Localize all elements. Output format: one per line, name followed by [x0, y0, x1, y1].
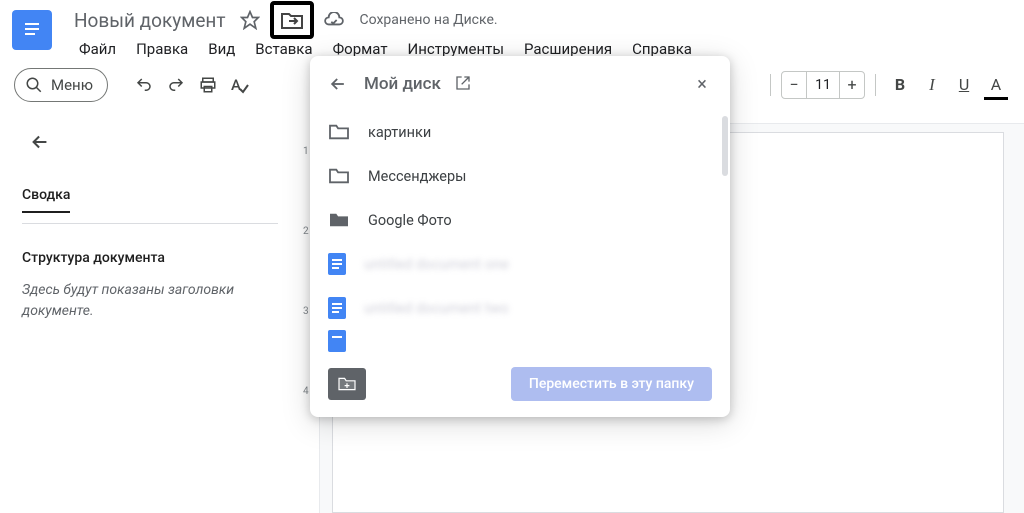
cloud-saved-icon[interactable] — [322, 8, 346, 32]
open-in-new-icon[interactable] — [455, 75, 473, 93]
outline-placeholder-text: Здесь будут показаны заголовки документе… — [22, 280, 278, 322]
redo-button[interactable] — [162, 71, 190, 99]
dialog-item-label: Мессенджеры — [368, 168, 466, 185]
app-header: Новый документ Сохранено на Диске. Файл … — [0, 0, 1024, 64]
ruler-tick: 2 — [303, 226, 309, 237]
bold-button[interactable]: B — [886, 71, 914, 99]
dialog-folder-item[interactable]: картинки — [310, 110, 726, 154]
new-folder-button[interactable] — [328, 368, 366, 400]
outline-panel: Сводка Структура документа Здесь будут п… — [0, 106, 300, 513]
outline-structure-heading: Структура документа — [22, 250, 278, 266]
outline-divider — [22, 223, 278, 224]
folder-icon — [328, 211, 350, 229]
new-folder-icon — [337, 376, 357, 392]
dialog-item-label: Google Фото — [368, 212, 452, 229]
outline-summary-tab[interactable]: Сводка — [22, 187, 70, 213]
document-title[interactable]: Новый документ — [70, 9, 230, 32]
doc-icon — [328, 330, 346, 352]
dialog-folder-list[interactable]: картинки Мессенджеры Google Фото untitle… — [310, 110, 730, 352]
dialog-scrollbar[interactable] — [722, 116, 728, 296]
text-color-button[interactable]: A — [982, 71, 1010, 99]
ruler-tick: 3 — [303, 306, 309, 317]
dialog-item-label: untitled document two — [364, 300, 509, 317]
spellcheck-button[interactable]: A — [226, 71, 254, 99]
star-icon[interactable] — [238, 8, 262, 32]
doc-icon — [328, 253, 346, 275]
dialog-doc-item[interactable]: untitled document one — [310, 242, 726, 286]
title-row: Новый документ Сохранено на Диске. — [70, 6, 701, 34]
italic-button[interactable]: I — [918, 71, 946, 99]
undo-button[interactable] — [130, 71, 158, 99]
menu-file[interactable]: Файл — [70, 36, 125, 62]
dialog-item-label: untitled document one — [364, 256, 509, 273]
search-icon — [25, 76, 43, 94]
ruler-tick: 4 — [303, 386, 309, 397]
dialog-close-button[interactable]: × — [688, 70, 716, 98]
underline-button[interactable]: U — [950, 71, 978, 99]
font-size-value[interactable]: 11 — [806, 72, 840, 98]
font-size-box: − 11 + — [781, 71, 865, 99]
dialog-title: Мой диск — [364, 74, 441, 94]
move-icon[interactable] — [270, 1, 314, 39]
doc-icon — [328, 297, 346, 319]
save-status-text: Сохранено на Диске. — [360, 12, 498, 28]
dialog-back-button[interactable] — [324, 70, 352, 98]
font-size-increase[interactable]: + — [840, 75, 864, 94]
dialog-doc-item[interactable] — [310, 330, 726, 352]
menu-search-button[interactable]: Меню — [14, 68, 108, 102]
folder-icon — [328, 123, 350, 141]
menu-search-label: Меню — [51, 76, 93, 94]
docs-logo[interactable] — [12, 10, 52, 50]
font-size-decrease[interactable]: − — [782, 75, 806, 94]
ruler-tick: 1 — [303, 146, 309, 157]
dialog-footer: Переместить в эту папку — [310, 352, 730, 417]
menu-edit[interactable]: Правка — [127, 36, 197, 62]
folder-icon — [328, 167, 350, 185]
print-button[interactable] — [194, 71, 222, 99]
dialog-folder-item[interactable]: Google Фото — [310, 198, 726, 242]
move-here-button[interactable]: Переместить в эту папку — [511, 367, 712, 401]
menu-view[interactable]: Вид — [199, 36, 244, 62]
title-column: Новый документ Сохранено на Диске. Файл … — [70, 6, 701, 62]
outline-back-button[interactable] — [22, 124, 58, 160]
move-file-dialog: Мой диск × картинки Мессенджеры Google Ф… — [310, 56, 730, 417]
dialog-header: Мой диск × — [310, 56, 730, 110]
dialog-doc-item[interactable]: untitled document two — [310, 286, 726, 330]
dialog-item-label: картинки — [368, 124, 431, 141]
dialog-folder-item[interactable]: Мессенджеры — [310, 154, 726, 198]
toolbar-separator — [770, 74, 771, 96]
toolbar-separator — [875, 74, 876, 96]
